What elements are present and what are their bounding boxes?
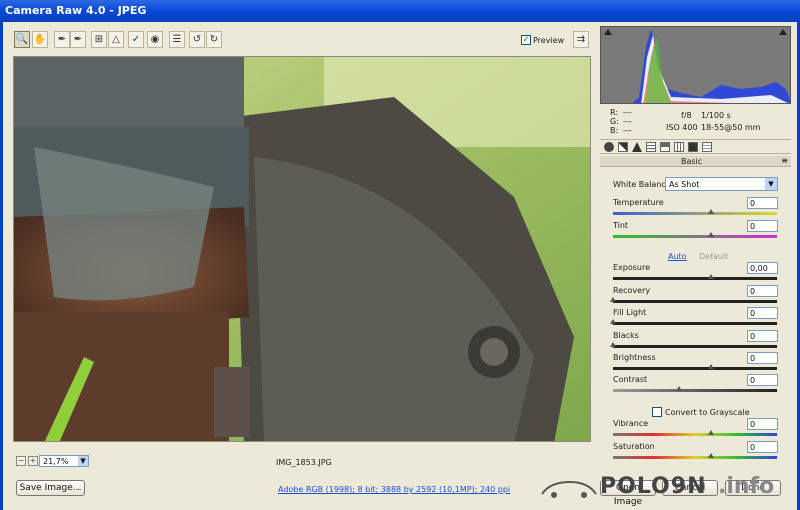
slider-value-field[interactable]: 0 — [747, 307, 778, 319]
slider-thumb[interactable] — [708, 364, 715, 369]
histogram — [600, 26, 791, 104]
slider-thumb[interactable] — [708, 232, 715, 237]
red-eye-tool-icon[interactable]: ◉ — [147, 31, 163, 48]
slider-thumb[interactable] — [610, 297, 616, 302]
slider-track[interactable] — [613, 345, 777, 348]
slider-track[interactable] — [613, 300, 777, 303]
slider-track[interactable] — [613, 389, 777, 392]
slider-value-field[interactable]: 0 — [747, 374, 778, 386]
tab-basic-icon[interactable] — [604, 142, 614, 152]
white-balance-tool-icon[interactable]: ✒ — [54, 31, 70, 48]
convert-grayscale-label: Convert to Grayscale — [665, 408, 750, 417]
zoom-out-button[interactable]: − — [16, 456, 26, 466]
default-link[interactable]: Default — [699, 252, 728, 261]
save-image-button[interactable]: Save Image... — [16, 480, 85, 496]
r-value: --- — [623, 108, 632, 117]
zoom-in-button[interactable]: + — [28, 456, 38, 466]
slider-label: Blacks — [613, 331, 639, 340]
lens-value: 18-55@50 mm — [701, 123, 761, 132]
slider-thumb[interactable] — [610, 342, 616, 347]
g-value: --- — [623, 117, 632, 126]
slider-value-field[interactable]: 0 — [747, 352, 778, 364]
slider-thumb[interactable] — [708, 209, 715, 214]
shadow-clipping-icon[interactable] — [604, 29, 612, 35]
preview-label: Preview — [533, 36, 565, 45]
slider-label: Tint — [613, 221, 629, 230]
b-label: B: — [610, 126, 619, 135]
color-sampler-tool-icon[interactable]: ✒ — [70, 31, 86, 48]
zoom-level-value: 21,7% — [43, 457, 69, 466]
hand-tool-icon[interactable]: ✋ — [32, 31, 48, 48]
white-balance-value: As Shot — [669, 180, 700, 189]
rotate-right-icon[interactable]: ↻ — [206, 31, 222, 48]
panel-title: Basic — [681, 157, 703, 166]
slider-label: Temperature — [613, 198, 664, 207]
slider-value-field[interactable]: 0 — [747, 418, 778, 430]
white-balance-select[interactable]: As Shot ▼ — [665, 177, 778, 191]
retouch-tool-icon[interactable]: ✓ — [128, 31, 144, 48]
cancel-button[interactable]: Cancel — [662, 480, 718, 496]
highlight-clipping-icon[interactable] — [779, 29, 787, 35]
slider-track[interactable] — [613, 212, 777, 215]
panel-tabs — [600, 139, 791, 154]
slider-thumb[interactable] — [708, 274, 715, 279]
tab-tone-curve-icon[interactable] — [618, 142, 628, 152]
slider-thumb[interactable] — [675, 386, 682, 391]
slider-thumb[interactable] — [610, 319, 616, 324]
convert-grayscale-checkbox[interactable] — [652, 407, 662, 417]
image-filename: IMG_1853.JPG — [276, 458, 332, 467]
tab-presets-icon[interactable] — [702, 142, 712, 152]
preferences-icon[interactable]: ☰ — [169, 31, 185, 48]
shutter-value: 1/100 s — [701, 111, 731, 120]
panel-header: Basic ≡ — [600, 156, 791, 167]
image-preview[interactable] — [13, 56, 591, 442]
slider-track[interactable] — [613, 433, 777, 436]
auto-link[interactable]: Auto — [668, 252, 687, 261]
slider-label: Recovery — [613, 286, 651, 295]
tab-detail-icon[interactable] — [632, 142, 642, 152]
slider-value-field[interactable]: 0 — [747, 220, 778, 232]
r-label: R: — [610, 108, 619, 117]
slider-track[interactable] — [613, 367, 777, 370]
slider-track[interactable] — [613, 456, 777, 459]
g-label: G: — [610, 117, 619, 126]
tab-split-toning-icon[interactable] — [660, 142, 670, 152]
workflow-options-link[interactable]: Adobe RGB (1998); 8 bit; 3888 by 2592 (1… — [278, 485, 510, 494]
slider-label: Vibrance — [613, 419, 649, 428]
slider-label: Saturation — [613, 442, 655, 451]
straighten-tool-icon[interactable]: △ — [108, 31, 124, 48]
b-value: --- — [623, 126, 632, 135]
chevron-down-icon: ▼ — [78, 456, 88, 466]
fullscreen-icon[interactable]: ⇉ — [573, 31, 589, 48]
rotate-left-icon[interactable]: ↺ — [189, 31, 205, 48]
slider-track[interactable] — [613, 235, 777, 238]
slider-track[interactable] — [613, 277, 777, 280]
crop-tool-icon[interactable]: ⊞ — [91, 31, 107, 48]
tab-hsl-icon[interactable] — [646, 142, 656, 152]
aperture-value: f/8 — [681, 111, 692, 120]
slider-label: Contrast — [613, 375, 648, 384]
slider-value-field[interactable]: 0 — [747, 330, 778, 342]
iso-value: ISO 400 — [666, 123, 698, 132]
slider-value-field[interactable]: 0 — [747, 441, 778, 453]
done-button[interactable]: Done — [725, 480, 781, 496]
slider-label: Fill Light — [613, 308, 647, 317]
zoom-level-select[interactable]: 21,7% ▼ — [39, 455, 89, 467]
slider-thumb[interactable] — [708, 430, 715, 435]
slider-value-field[interactable]: 0 — [747, 197, 778, 209]
slider-track[interactable] — [613, 322, 777, 325]
slider-value-field[interactable]: 0 — [747, 285, 778, 297]
open-image-button[interactable]: Open Image — [600, 480, 656, 507]
slider-label: Brightness — [613, 353, 656, 362]
slider-thumb[interactable] — [708, 453, 715, 458]
chevron-down-icon: ▼ — [765, 178, 777, 190]
preview-checkbox[interactable]: ✓ — [521, 35, 531, 45]
slider-value-field[interactable]: 0,00 — [747, 262, 778, 274]
tab-camera-calibration-icon[interactable] — [688, 142, 698, 152]
zoom-tool-icon[interactable]: 🔍 — [14, 31, 30, 48]
window-title: Camera Raw 4.0 - JPEG — [0, 0, 800, 22]
slider-label: Exposure — [613, 263, 651, 272]
tab-lens-corrections-icon[interactable] — [674, 142, 684, 152]
panel-menu-icon[interactable]: ≡ — [781, 156, 788, 165]
